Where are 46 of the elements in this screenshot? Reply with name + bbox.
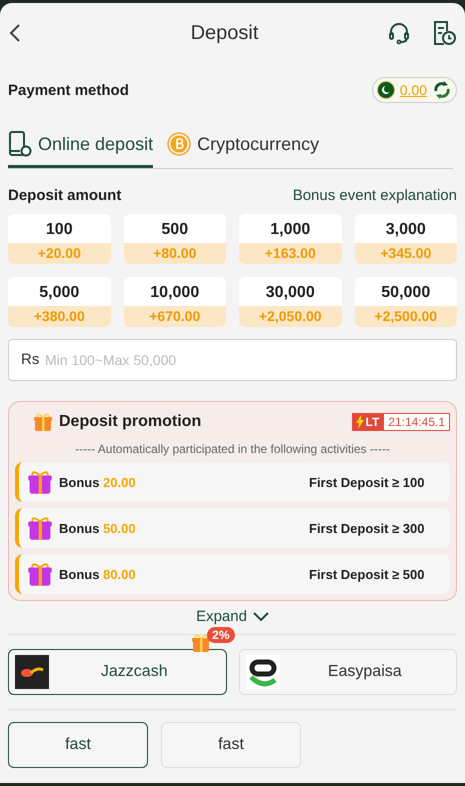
chevron-down-icon [252,612,269,622]
payment-method-option[interactable]: Easypaisa [238,649,457,695]
tab[interactable]: Cryptocurrency [167,125,320,168]
balance-amount: 0.00 [400,82,427,98]
amount-option[interactable]: 10,000 +670.00 [124,277,226,327]
gift-icon [191,633,212,653]
gift-icon [27,561,53,587]
timer-badge: LT 21:14:45.1 [352,413,450,431]
bitcoin-icon [167,132,192,156]
channel-option[interactable]: fast [161,722,301,768]
payment-method-option[interactable]: Jazzcash [8,649,226,695]
flag-icon [376,81,395,99]
amount-option[interactable]: 3,000 +345.00 [354,214,457,264]
jazzcash-logo [15,655,49,689]
phone-icon [8,131,32,157]
currency-label: Rs [21,351,40,368]
section-label: Deposit amount [8,187,122,204]
easypaisa-logo [246,655,280,689]
bonus-condition: First Deposit ≥ 300 [309,520,426,536]
refresh-icon[interactable] [432,80,452,100]
promotion-subtitle: ----- Automatically participated in the following activities ----- [74,442,391,456]
headset-icon[interactable] [387,21,411,45]
tab[interactable]: Online deposit [8,125,154,168]
promotion-title: Deposit promotion [59,413,202,431]
gift-icon [27,515,53,541]
amount-option[interactable]: 5,000 +380.00 [8,277,110,327]
amount-option[interactable]: 30,000 +2,050.00 [239,277,342,327]
amount-option[interactable]: 50,000 +2,500.00 [354,277,457,327]
expand-button[interactable]: Expand [190,607,275,626]
amount-option[interactable]: 100 +20.00 [8,214,110,264]
bonus-badge: 2% [207,627,234,643]
bonus-label: Bonus 20.00 [59,474,137,490]
page-title: Deposit [190,22,260,44]
channel-option[interactable]: fast [8,722,148,768]
amount-option[interactable]: 1,000 +163.00 [239,214,342,264]
bonus-condition: First Deposit ≥ 100 [309,474,426,490]
bonus-label: Bonus 80.00 [59,566,137,582]
back-icon[interactable] [8,23,22,43]
section-label: Payment method [8,82,129,98]
bonus-explanation-link[interactable]: Bonus event explanation [292,187,457,204]
amount-option[interactable]: 500 +80.00 [124,214,226,264]
bonus-label: Bonus 50.00 [59,520,137,536]
bonus-condition: First Deposit ≥ 500 [309,566,426,582]
gift-icon [33,412,53,432]
gift-icon [27,469,53,495]
history-icon[interactable] [431,20,457,46]
